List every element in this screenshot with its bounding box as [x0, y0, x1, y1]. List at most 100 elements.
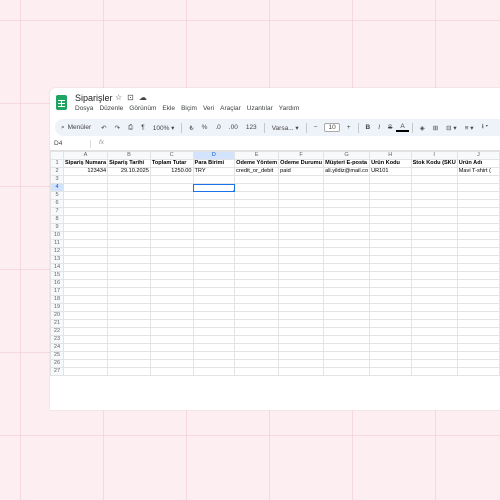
sheet-cell[interactable]: [410, 255, 458, 264]
sheet-cell[interactable]: [63, 359, 109, 368]
sheet-cell[interactable]: [369, 295, 412, 304]
sheet-cell[interactable]: [107, 367, 151, 376]
sheet-cell[interactable]: [278, 343, 325, 352]
move-folder-icon[interactable]: ⊡: [127, 93, 134, 102]
sheet-cell[interactable]: [149, 335, 194, 344]
sheet-cell[interactable]: [107, 303, 151, 312]
sheet-cell[interactable]: [369, 215, 412, 224]
sheet-cell[interactable]: [410, 343, 458, 352]
menu-search[interactable]: ⌕ Menüler: [55, 124, 97, 132]
sheet-cell[interactable]: [456, 359, 500, 368]
sheet-cell[interactable]: [323, 223, 371, 232]
sheet-cell[interactable]: [149, 207, 194, 216]
sheet-cell[interactable]: [369, 223, 412, 232]
sheet-cell[interactable]: [107, 319, 151, 328]
sheet-cell[interactable]: [234, 279, 280, 288]
sheet-cell[interactable]: Sipariş Tarihi: [107, 159, 151, 168]
sheet-cell[interactable]: Müşteri E-posta: [323, 159, 371, 168]
sheet-cell[interactable]: [278, 279, 325, 288]
sheet-cell[interactable]: [63, 191, 109, 200]
sheet-cell[interactable]: [369, 351, 412, 360]
menu-item[interactable]: Ekle: [162, 105, 175, 112]
column-header[interactable]: B: [107, 151, 151, 160]
sheet-cell[interactable]: [369, 303, 412, 312]
cloud-status-icon[interactable]: ☁: [139, 93, 147, 102]
sheet-cell[interactable]: [149, 247, 194, 256]
sheet-cell[interactable]: [278, 271, 325, 280]
sheet-cell[interactable]: [456, 231, 500, 240]
sheet-cell[interactable]: [278, 319, 325, 328]
sheet-cell[interactable]: [192, 183, 236, 192]
sheet-cell[interactable]: [323, 263, 371, 272]
sheet-cell[interactable]: [107, 223, 151, 232]
sheet-cell[interactable]: [149, 287, 194, 296]
sheet-cell[interactable]: [192, 263, 236, 272]
sheet-cell[interactable]: [63, 319, 109, 328]
sheet-cell[interactable]: [63, 311, 109, 320]
column-header[interactable]: C: [149, 151, 194, 160]
sheet-cell[interactable]: [278, 351, 325, 360]
sheet-cell[interactable]: [63, 231, 109, 240]
sheet-cell[interactable]: [234, 319, 280, 328]
row-header[interactable]: 16: [50, 279, 65, 288]
sheet-cell[interactable]: [278, 327, 325, 336]
sheet-cell[interactable]: [149, 279, 194, 288]
percent-format-button[interactable]: %: [198, 124, 212, 131]
sheet-cell[interactable]: [63, 239, 109, 248]
sheet-cell[interactable]: [456, 255, 500, 264]
sheet-cell[interactable]: [107, 335, 151, 344]
borders-icon[interactable]: ⊞: [429, 124, 442, 132]
sheet-cell[interactable]: Para Birimi: [192, 159, 236, 168]
paint-format-icon[interactable]: ¶: [137, 124, 149, 131]
sheet-cell[interactable]: [323, 271, 371, 280]
column-header[interactable]: F: [278, 151, 325, 160]
row-header[interactable]: 1: [50, 159, 65, 168]
sheet-cell[interactable]: [369, 335, 412, 344]
sheet-cell[interactable]: [410, 279, 458, 288]
sheet-cell[interactable]: [149, 295, 194, 304]
sheet-cell[interactable]: [456, 183, 500, 192]
sheet-cell[interactable]: [234, 183, 280, 192]
sheet-cell[interactable]: TRY: [192, 167, 236, 176]
sheet-cell[interactable]: [456, 351, 500, 360]
row-header[interactable]: 18: [50, 295, 65, 304]
sheet-cell[interactable]: [456, 239, 500, 248]
sheet-cell[interactable]: [63, 303, 109, 312]
column-header[interactable]: I: [410, 151, 458, 160]
sheet-cell[interactable]: [149, 367, 194, 376]
sheet-cell[interactable]: [369, 247, 412, 256]
sheet-cell[interactable]: Stok Kodu (SKU: [410, 159, 458, 168]
sheet-cell[interactable]: [410, 311, 458, 320]
menu-item[interactable]: Yardım: [279, 105, 299, 112]
sheet-cell[interactable]: [456, 271, 500, 280]
sheet-cell[interactable]: [369, 199, 412, 208]
sheet-cell[interactable]: [410, 199, 458, 208]
sheet-cell[interactable]: [456, 343, 500, 352]
sheet-cell[interactable]: [192, 335, 236, 344]
sheet-cell[interactable]: [410, 247, 458, 256]
sheet-cell[interactable]: [63, 183, 109, 192]
sheet-cell[interactable]: [234, 199, 280, 208]
column-header[interactable]: G: [323, 151, 371, 160]
sheet-cell[interactable]: [323, 231, 371, 240]
sheet-cell[interactable]: [369, 263, 412, 272]
sheet-cell[interactable]: [456, 367, 500, 376]
font-select[interactable]: Varsa... ▾: [268, 124, 303, 132]
sheet-cell[interactable]: [323, 175, 371, 184]
sheet-cell[interactable]: [278, 367, 325, 376]
zoom-select[interactable]: 100% ▾: [149, 124, 179, 132]
sheet-cell[interactable]: [149, 303, 194, 312]
sheet-cell[interactable]: [369, 311, 412, 320]
sheet-cell[interactable]: [234, 335, 280, 344]
sheet-cell[interactable]: [278, 231, 325, 240]
fill-color-icon[interactable]: ◈: [416, 124, 429, 132]
sheet-cell[interactable]: [107, 359, 151, 368]
sheet-cell[interactable]: [410, 303, 458, 312]
sheet-cell[interactable]: [63, 367, 109, 376]
decrease-decimals-button[interactable]: .0: [211, 124, 224, 131]
sheet-cell[interactable]: [278, 215, 325, 224]
row-header[interactable]: 12: [50, 247, 65, 256]
sheet-cell[interactable]: [149, 239, 194, 248]
sheet-cell[interactable]: [323, 359, 371, 368]
horizontal-align-icon[interactable]: ≡ ▾: [461, 124, 478, 132]
